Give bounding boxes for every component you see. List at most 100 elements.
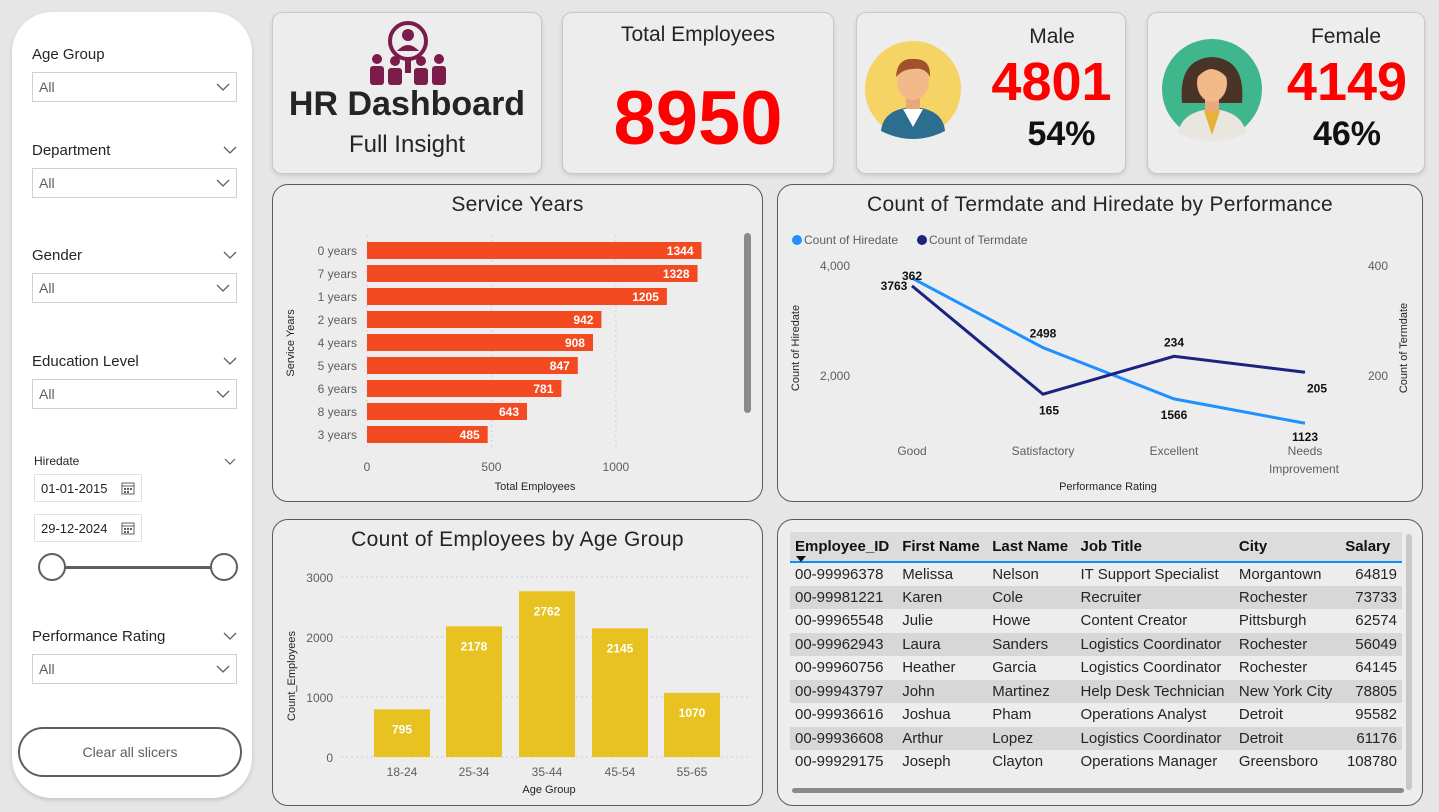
table-header-row: Employee_ID First Name Last Name Job Title C… (790, 532, 1402, 563)
female-count: 4149 (1286, 52, 1408, 112)
service-years-panel: Service Years 0 years 1344 7 years 1328 1 ye… (272, 184, 763, 502)
hiredate-slider-track[interactable] (52, 566, 224, 569)
termdate-series-line[interactable] (911, 284, 1306, 396)
hiredate-series-line[interactable] (911, 276, 1306, 425)
table-cell: Detroit (1233, 726, 1341, 750)
service-years-bar[interactable] (367, 288, 667, 305)
table-cell: 64145 (1355, 659, 1397, 677)
y-tick-label: 3000 (306, 571, 333, 585)
category-label: 8 years (318, 405, 357, 419)
hiredate-label: Hiredate (34, 454, 80, 468)
column-header[interactable]: City (1233, 532, 1341, 563)
performance-rating-slicer: Performance Rating All (32, 626, 237, 684)
total-employees-value: 8950 (613, 76, 783, 161)
table-row[interactable]: 00-99962943 Laura Sanders Logistics Coordin… (790, 632, 1402, 656)
department-dropdown[interactable]: All (32, 168, 237, 198)
chevron-down-icon[interactable] (223, 629, 237, 643)
table-row[interactable]: 00-99960756 Heather Garcia Logistics Coordi… (790, 656, 1402, 680)
hiredate-slider-start-handle[interactable] (38, 553, 66, 581)
service-years-scrollbar[interactable] (744, 233, 751, 413)
chevron-down-icon[interactable] (223, 143, 237, 157)
table-cell: 00-99929175 (795, 753, 884, 771)
y-tick-label: 2,000 (820, 369, 850, 383)
table-cell: Julie (902, 612, 934, 630)
service-years-bar[interactable] (367, 265, 698, 282)
table-cell: 00-99981221 (790, 585, 898, 609)
table-cell: 78805 (1340, 679, 1402, 703)
department-slicer: Department All (32, 140, 237, 198)
table-cell: Cole (987, 585, 1076, 609)
table-cell: Operations Analyst (1080, 706, 1207, 724)
service-years-bar[interactable] (367, 334, 593, 351)
hiredate-start-input[interactable]: 01-01-2015 (34, 474, 142, 502)
hiredate-slider-end-handle[interactable] (210, 553, 238, 581)
table-h-scrollbar[interactable] (792, 788, 1404, 793)
chevron-down-icon (216, 284, 230, 292)
x-tick-label: Satisfactory (1012, 444, 1075, 458)
performance-rating-label: Performance Rating (32, 627, 166, 645)
data-label: 165 (1039, 403, 1059, 417)
table-row[interactable]: 00-99996378 Melissa Nelson IT Support Speci… (790, 562, 1402, 586)
dashboard-subtitle: Full Insight (348, 131, 466, 158)
table-cell: New York City (1233, 679, 1341, 703)
data-label: 1070 (679, 706, 706, 720)
column-header[interactable]: Salary (1340, 532, 1402, 563)
performance-line-chart: Count of Hiredate Count of Termdate 4,000 2… (790, 233, 1410, 493)
legend-label: Count of Termdate (929, 233, 1028, 247)
data-label: 205 (1307, 381, 1327, 395)
performance-rating-dropdown[interactable]: All (32, 654, 237, 684)
x-tick-label: Improvement (1269, 462, 1340, 476)
column-header[interactable]: Employee_ID (790, 532, 898, 563)
gender-label: Gender (32, 246, 83, 264)
table-cell: John (897, 679, 988, 703)
sort-desc-icon[interactable] (796, 556, 806, 562)
age-group-bar[interactable] (664, 692, 720, 757)
filter-sidebar: Age Group All Department All Gender All … (12, 12, 252, 798)
table-row[interactable]: 00-99929175 Joseph Clayton Operations Manag… (790, 750, 1402, 774)
y2-tick-label: 200 (1368, 369, 1388, 383)
column-header[interactable]: First Name (897, 532, 988, 563)
x-tick-label: 45-54 (605, 765, 636, 779)
table-cell: 00-99965548 (795, 612, 884, 630)
data-label: 485 (460, 428, 480, 442)
table-cell: 62574 (1355, 612, 1397, 630)
chevron-down-icon[interactable] (223, 248, 237, 262)
performance-panel: Count of Termdate and Hiredate by Perfor… (777, 184, 1423, 502)
clear-all-slicers-button[interactable]: Clear all slicers (18, 727, 242, 777)
chevron-down-icon[interactable] (223, 454, 237, 468)
table-cell: 00-99936616 (795, 706, 884, 724)
table-row[interactable]: 00-99965548 Julie Howe Content Creator Pitts… (790, 609, 1402, 633)
data-label: 362 (902, 269, 922, 283)
table-cell: Operations Manager (1080, 753, 1218, 771)
table-scrollbar[interactable] (1406, 534, 1412, 790)
data-label: 2178 (461, 639, 488, 653)
table-row[interactable]: 00-99943797 John Martinez Help Desk Technic… (790, 679, 1402, 703)
column-header[interactable]: Last Name (987, 532, 1076, 563)
x-tick-label: 35-44 (532, 765, 563, 779)
calendar-icon (121, 482, 135, 495)
table-row[interactable]: 00-99981221 Karen Cole Recruiter Rochester 73… (790, 585, 1402, 609)
data-label: 847 (550, 359, 570, 373)
data-label: 1344 (667, 244, 694, 258)
employee-table-panel: Employee_ID First Name Last Name Job Title C… (777, 519, 1423, 806)
table-cell: Joseph (902, 753, 951, 771)
age-group-dropdown[interactable]: All (32, 72, 237, 102)
table-cell: 108780 (1346, 753, 1397, 771)
chevron-down-icon[interactable] (223, 354, 237, 368)
service-years-bar[interactable] (367, 311, 602, 328)
table-cell: Howe (992, 612, 1031, 630)
service-years-bar[interactable] (367, 357, 578, 374)
title-card: HR Dashboard Full Insight (272, 12, 542, 174)
hiredate-end-input[interactable]: 29-12-2024 (34, 514, 142, 542)
table-row[interactable]: 00-99936616 Joshua Pham Operations Analyst D… (790, 703, 1402, 727)
service-years-bar[interactable] (367, 380, 562, 397)
gender-dropdown[interactable]: All (32, 273, 237, 303)
table-row[interactable]: 00-99936608 Arthur Lopez Logistics Coordina… (790, 726, 1402, 750)
department-label: Department (32, 141, 111, 159)
dashboard-title: HR Dashboard (288, 85, 526, 123)
y-axis-title: Count_Employees (286, 631, 298, 721)
age-group-slicer: Age Group All (32, 44, 237, 102)
column-header[interactable]: Job Title (1075, 532, 1234, 563)
education-level-dropdown[interactable]: All (32, 379, 237, 409)
service-years-bar[interactable] (367, 242, 702, 259)
